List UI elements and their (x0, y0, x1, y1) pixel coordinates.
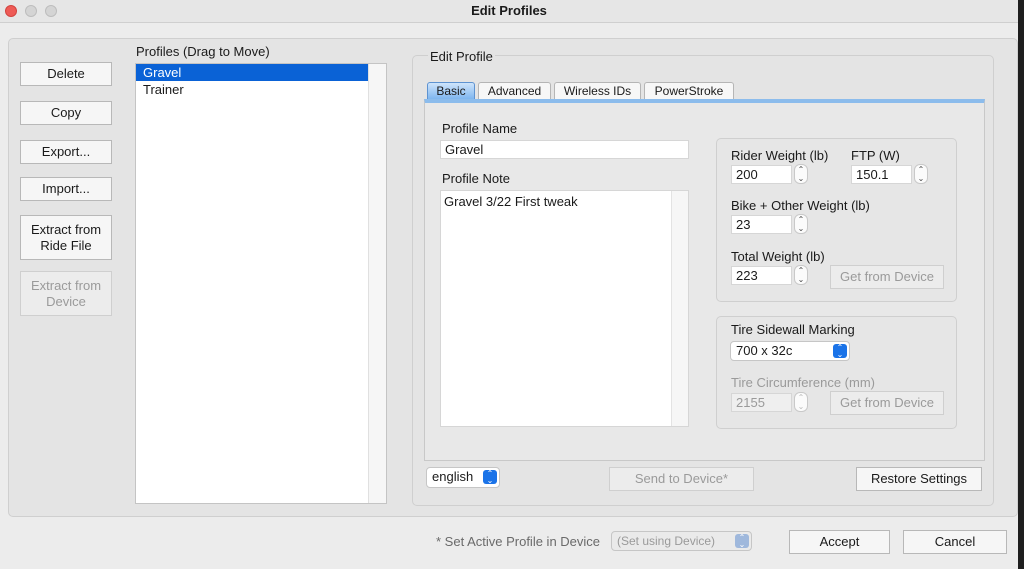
rider-weight-input[interactable]: 200 (731, 165, 792, 184)
bike-weight-stepper[interactable]: ⌃ ⌄ (794, 214, 808, 234)
close-window-button[interactable] (5, 5, 17, 17)
import-button[interactable]: Import... (20, 177, 112, 201)
tab-basic[interactable]: Basic (427, 82, 475, 99)
ftp-stepper[interactable]: ⌃ ⌄ (914, 164, 928, 184)
profile-name-input[interactable]: Gravel (440, 140, 689, 159)
profile-note-label: Profile Note (442, 171, 510, 186)
background-strip (1018, 0, 1024, 569)
export-button[interactable]: Export... (20, 140, 112, 164)
edit-profile-label: Edit Profile (428, 49, 495, 64)
accept-button[interactable]: Accept (789, 530, 890, 554)
rider-weight-label: Rider Weight (lb) (731, 148, 829, 163)
profile-item-trainer[interactable]: Trainer (136, 81, 368, 98)
bike-weight-label: Bike + Other Weight (lb) (731, 198, 870, 213)
profile-note-scrollbar[interactable] (671, 191, 688, 426)
tire-sidewall-label: Tire Sidewall Marking (731, 322, 855, 337)
tire-circumference-input[interactable]: 2155 (731, 393, 792, 412)
title-bar: Edit Profiles (0, 0, 1018, 23)
ftp-input[interactable]: 150.1 (851, 165, 912, 184)
profile-note-text: Gravel 3/22 First tweak (444, 194, 578, 209)
total-weight-label: Total Weight (lb) (731, 249, 825, 264)
chevron-updown-icon: ⌃ ⌄ (483, 470, 497, 485)
tire-circumference-label: Tire Circumference (mm) (731, 375, 875, 390)
window-title: Edit Profiles (471, 3, 547, 18)
chevron-updown-icon: ⌃ ⌄ (735, 534, 749, 549)
extract-from-ride-file-button[interactable]: Extract from Ride File (20, 215, 112, 260)
chevron-updown-icon: ⌃ ⌄ (833, 344, 847, 359)
total-weight-input[interactable]: 223 (731, 266, 792, 285)
profiles-scrollbar[interactable] (368, 64, 386, 503)
language-value: english (432, 469, 474, 484)
tire-circumference-stepper[interactable]: ⌃ ⌄ (794, 392, 808, 412)
bike-weight-input[interactable]: 23 (731, 215, 792, 234)
profiles-label: Profiles (Drag to Move) (136, 44, 270, 59)
get-tire-from-device-button[interactable]: Get from Device (830, 391, 944, 415)
get-weight-from-device-button[interactable]: Get from Device (830, 265, 944, 289)
delete-button[interactable]: Delete (20, 62, 112, 86)
ftp-label: FTP (W) (851, 148, 900, 163)
profile-item-gravel[interactable]: Gravel (136, 64, 368, 81)
total-weight-stepper[interactable]: ⌃ ⌄ (794, 265, 808, 285)
profile-note-textarea[interactable]: Gravel 3/22 First tweak (440, 190, 689, 427)
tab-wireless-ids[interactable]: Wireless IDs (554, 82, 641, 99)
minimize-window-button[interactable] (25, 5, 37, 17)
tab-advanced[interactable]: Advanced (478, 82, 551, 99)
language-select[interactable]: english ⌃ ⌄ (426, 467, 500, 488)
send-to-device-button[interactable]: Send to Device* (609, 467, 754, 491)
tire-sidewall-select[interactable]: 700 x 32c ⌃ ⌄ (730, 341, 850, 361)
extract-from-device-button[interactable]: Extract from Device (20, 271, 112, 316)
rider-weight-stepper[interactable]: ⌃ ⌄ (794, 164, 808, 184)
profiles-list[interactable]: Gravel Trainer (135, 63, 387, 504)
tire-sidewall-value: 700 x 32c (736, 343, 793, 358)
cancel-button[interactable]: Cancel (903, 530, 1007, 554)
zoom-window-button[interactable] (45, 5, 57, 17)
copy-button[interactable]: Copy (20, 101, 112, 125)
active-profile-select[interactable]: (Set using Device) ⌃ ⌄ (611, 531, 752, 551)
active-profile-value: (Set using Device) (617, 534, 716, 548)
tab-powerstroke[interactable]: PowerStroke (644, 82, 734, 99)
active-profile-label: * Set Active Profile in Device (436, 534, 601, 549)
profile-name-label: Profile Name (442, 121, 518, 136)
restore-settings-button[interactable]: Restore Settings (856, 467, 982, 491)
